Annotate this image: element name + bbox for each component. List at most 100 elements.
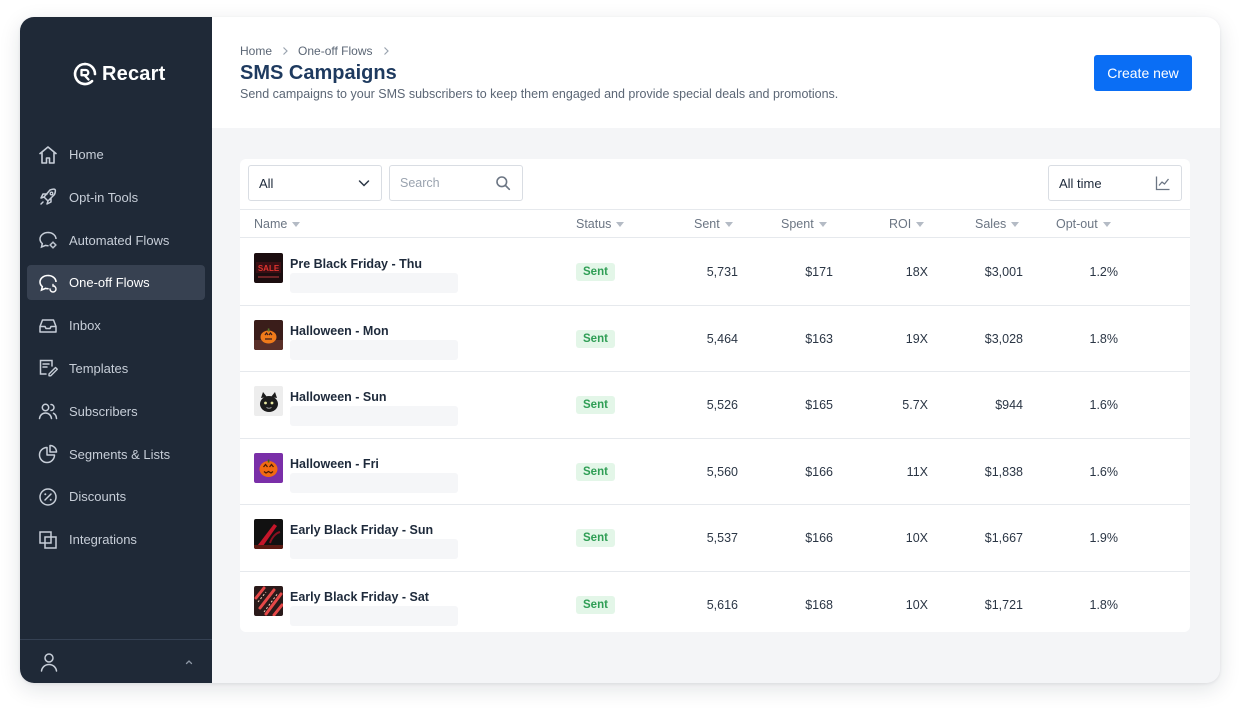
sidebar-item-segments-lists[interactable]: Segments & Lists [27, 437, 205, 472]
cell-sales: $944 [995, 398, 1023, 412]
pie-chart-icon [38, 444, 58, 464]
sort-caret-icon [292, 221, 301, 227]
column-label: Status [576, 217, 612, 231]
search-input[interactable] [400, 176, 495, 190]
column-header-name[interactable]: Name [254, 217, 301, 231]
column-header-roi[interactable]: ROI [889, 217, 925, 231]
cell-opt-out: 1.8% [1089, 597, 1119, 612]
sidebar-item-subscribers[interactable]: Subscribers [27, 394, 205, 429]
brand-name: Recart [102, 62, 166, 85]
campaign-description-placeholder [290, 605, 458, 626]
sidebar-item-label: One-off Flows [69, 275, 150, 291]
cell-sales: $1,838 [984, 464, 1023, 479]
chevron-up-icon[interactable] [184, 657, 194, 667]
column-label: Sent [694, 217, 720, 231]
campaign-description-placeholder [290, 539, 458, 559]
cell-roi: 10X [905, 597, 928, 612]
campaign-name[interactable]: Early Black Friday - Sat [290, 590, 429, 604]
column-header-sales[interactable]: Sales [975, 217, 1020, 231]
page-header: Home One-off Flows SMS Campaigns Send ca… [212, 17, 1220, 128]
campaign-thumbnail: SALE [254, 253, 283, 283]
sort-caret-icon [1011, 221, 1020, 227]
user-account-icon[interactable] [38, 651, 60, 673]
campaign-thumbnail [254, 519, 283, 549]
home-icon [38, 145, 58, 164]
campaign-thumbnail [254, 452, 283, 483]
search-icon[interactable] [495, 175, 511, 191]
cell-roi: 19X [905, 331, 928, 346]
striped-promo-image-icon [254, 585, 283, 616]
sort-caret-icon [818, 221, 827, 227]
sidebar-item-opt-in-tools[interactable]: Opt-in Tools [27, 180, 205, 215]
sidebar-item-home[interactable]: Home [27, 137, 205, 172]
column-header-status[interactable]: Status [576, 217, 625, 231]
time-range-value: All time [1059, 175, 1102, 191]
cell-sent: 5,537 [706, 531, 738, 545]
sidebar-footer [20, 639, 212, 683]
cell-sent: 5,560 [706, 464, 738, 479]
sidebar-item-automated-flows[interactable]: Automated Flows [27, 223, 205, 258]
cell-roi: 10X [905, 531, 928, 545]
breadcrumb-one-off-flows[interactable]: One-off Flows [298, 44, 372, 58]
rocket-icon [40, 188, 57, 206]
column-label: ROI [889, 217, 912, 231]
sidebar-item-label: Segments & Lists [69, 446, 171, 462]
sidebar-item-one-off-flows[interactable]: One-off Flows [27, 265, 205, 301]
page-subtitle: Send campaigns to your SMS subscribers t… [240, 87, 839, 101]
table-row[interactable]: Early Black Friday - Sat Sent 5,616 $168… [240, 572, 1190, 639]
cell-sales: $3,028 [984, 331, 1023, 346]
sidebar-item-integrations[interactable]: Integrations [27, 522, 205, 557]
cell-sales: $3,001 [984, 265, 1023, 279]
sidebar-item-inbox[interactable]: Inbox [27, 308, 205, 343]
table-row[interactable]: Early Black Friday - Sun Sent 5,537 $166… [240, 505, 1190, 572]
table-row[interactable]: Halloween - Fri Sent 5,560 $166 11X $1,8… [240, 439, 1190, 505]
column-header-sent[interactable]: Sent [694, 217, 733, 231]
campaign-thumbnail [254, 585, 283, 616]
table-row[interactable]: Halloween - Mon Sent 5,464 $163 19X $3,0… [240, 306, 1190, 372]
campaign-name[interactable]: Pre Black Friday - Thu [290, 257, 422, 271]
sidebar-item-label: Subscribers [69, 403, 138, 419]
breadcrumb-home[interactable]: Home [240, 44, 272, 58]
table-row[interactable]: Halloween - Sun Sent 5,526 $165 5.7X $94… [240, 372, 1190, 439]
sidebar-item-label: Inbox [69, 318, 101, 334]
sidebar-item-label: Templates [69, 360, 129, 376]
sidebar-item-discounts[interactable]: Discounts [27, 479, 205, 514]
campaign-description-placeholder [290, 273, 458, 293]
sidebar-item-templates[interactable]: Templates [27, 351, 205, 386]
table-toolbar: All All time [248, 165, 1182, 201]
cell-sales: $1,721 [984, 597, 1023, 612]
cell-spent: $166 [805, 531, 833, 545]
cat-image-icon [254, 386, 283, 416]
sidebar-item-label: Discounts [69, 489, 127, 505]
status-badge: Sent [576, 462, 615, 481]
percent-icon [39, 488, 57, 506]
jack-o-lantern-image-icon [254, 452, 283, 483]
cell-roi: 5.7X [902, 398, 928, 412]
status-badge: Sent [576, 329, 615, 348]
create-new-button[interactable]: Create new [1094, 55, 1192, 91]
column-header-spent[interactable]: Spent [781, 217, 827, 231]
column-label: Sales [975, 217, 1007, 231]
chevron-right-icon [383, 47, 389, 55]
svg-text:SALE: SALE [258, 264, 280, 273]
sale-image-icon: SALE [254, 253, 283, 283]
column-header-opt-out[interactable]: Opt-out [1056, 217, 1111, 231]
status-badge: Sent [576, 263, 615, 281]
brand-logo[interactable]: Recart [72, 61, 165, 87]
campaign-name[interactable]: Halloween - Fri [290, 457, 379, 471]
main-content: Home One-off Flows SMS Campaigns Send ca… [212, 17, 1220, 683]
sort-caret-icon [916, 221, 925, 227]
cell-opt-out: 1.9% [1089, 531, 1119, 545]
table-row[interactable]: SALE Pre Black Friday - Thu Sent 5,731 $… [240, 239, 1190, 306]
sidebar-item-label: Home [69, 147, 104, 162]
campaign-name[interactable]: Early Black Friday - Sun [290, 523, 433, 537]
status-badge: Sent [576, 529, 615, 547]
campaign-name[interactable]: Halloween - Sun [290, 390, 387, 404]
campaign-name[interactable]: Halloween - Mon [290, 324, 389, 338]
campaign-thumbnail [254, 319, 283, 350]
status-badge: Sent [576, 595, 615, 614]
recart-logo-icon [73, 62, 97, 86]
status-filter-select[interactable]: All [248, 165, 382, 201]
cell-sent: 5,464 [706, 331, 738, 346]
time-range-select[interactable]: All time [1048, 165, 1182, 201]
